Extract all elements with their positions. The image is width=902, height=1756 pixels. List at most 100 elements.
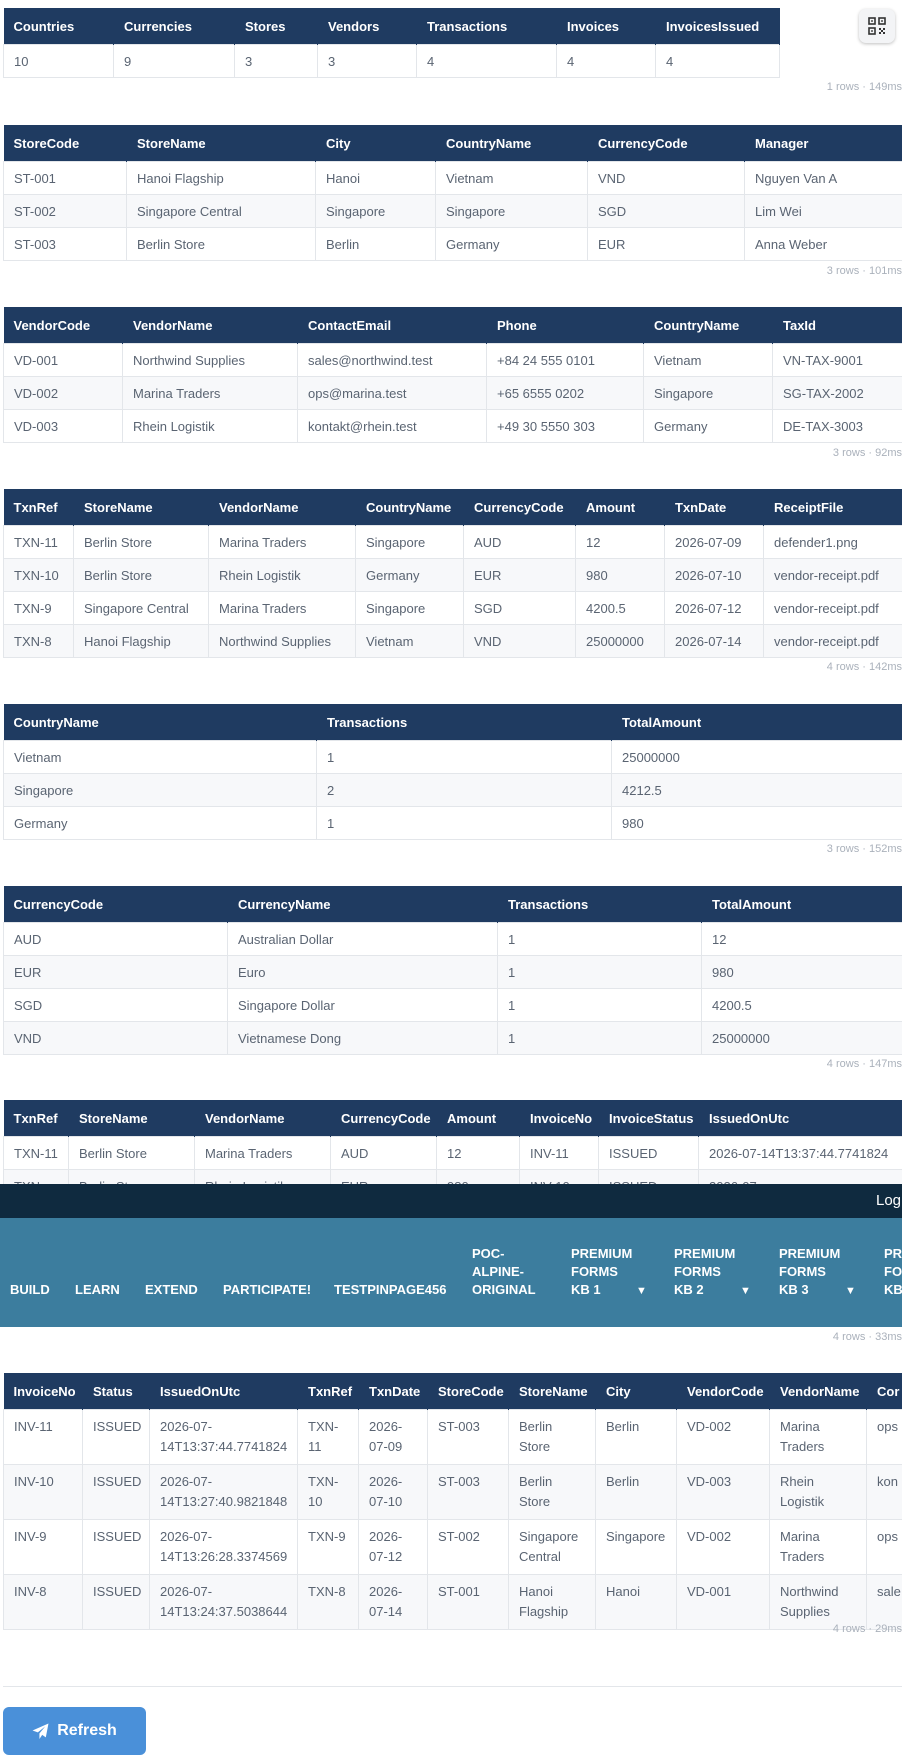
nav-item-poc-alpine-original[interactable]: POC- ALPINE- ORIGINAL bbox=[472, 1245, 536, 1299]
table-cell: VN-TAX-9001 bbox=[772, 343, 902, 377]
column-header: TxnDate bbox=[358, 1373, 428, 1410]
nav-item-premium-forms-kb3[interactable]: PREMIUM FORMS KB 3 bbox=[779, 1245, 840, 1299]
table-cell: 2026-07-14T13:27:40.9821848 bbox=[149, 1464, 298, 1520]
nav-item-premium-forms-kb2[interactable]: PREMIUM FORMS KB 2 bbox=[674, 1245, 735, 1299]
table-cell: ISSUED bbox=[82, 1519, 150, 1575]
refresh-button[interactable]: Refresh bbox=[3, 1707, 146, 1755]
table-cell: INV-10 bbox=[3, 1464, 83, 1520]
table-cell: VD-001 bbox=[3, 343, 123, 377]
table-cell: TXN-9 bbox=[3, 591, 74, 625]
nav-item-learn[interactable]: LEARN bbox=[75, 1281, 120, 1299]
nav-item-extend[interactable]: EXTEND bbox=[145, 1281, 198, 1299]
column-header: InvoiceStatus bbox=[598, 1100, 699, 1137]
site-topbar: Log bbox=[0, 1184, 902, 1218]
table-cell: kontakt@rhein.test bbox=[297, 409, 487, 443]
table-cell: sale bbox=[866, 1574, 902, 1630]
txn-invoices-table: TxnRef StoreName VendorName CurrencyCode Amo… bbox=[3, 1100, 902, 1184]
table-cell: Anna Weber bbox=[744, 227, 902, 261]
nav-item-build[interactable]: BUILD bbox=[10, 1281, 50, 1299]
invoices-table-section: InvoiceNo Status IssuedOnUtc TxnRef TxnDate S… bbox=[3, 1373, 902, 1630]
table-cell: 1 bbox=[497, 955, 702, 989]
table-cell: Rhein Logistik bbox=[122, 409, 298, 443]
table-cell: TXN-8 bbox=[297, 1574, 359, 1630]
column-header: StoreName bbox=[508, 1373, 596, 1410]
column-header: StoreName bbox=[73, 489, 209, 526]
table-cell: ISSUED bbox=[598, 1136, 699, 1170]
table-row: 10 9 3 3 4 4 4 bbox=[3, 44, 780, 78]
table-cell: Berlin Store bbox=[508, 1409, 596, 1465]
table-cell: Singapore bbox=[643, 376, 773, 410]
table-cell: Berlin Store bbox=[508, 1464, 596, 1520]
table-cell: SG-TAX-2002 bbox=[772, 376, 902, 410]
table-cell: Singapore Central bbox=[508, 1519, 596, 1575]
column-header: CountryName bbox=[355, 489, 464, 526]
table-cell: VD-002 bbox=[676, 1409, 770, 1465]
currency-summary-table: CurrencyCode CurrencyName Transactions Tota… bbox=[3, 886, 902, 1055]
table-cell: 2026-07-09 bbox=[664, 525, 764, 559]
column-header: Manager bbox=[744, 125, 902, 162]
qr-code-button[interactable] bbox=[859, 9, 895, 43]
table-cell: ISSUED bbox=[82, 1574, 150, 1630]
table-cell: ISSUED bbox=[598, 1169, 699, 1184]
column-header: Cor bbox=[866, 1373, 902, 1410]
column-header: Transactions bbox=[416, 8, 557, 45]
table-row: TXN-Berlin StoreRhein LogistikEUR980INV-… bbox=[3, 1169, 902, 1184]
table-cell: Northwind Supplies bbox=[208, 624, 356, 658]
table-row: EUR Euro 1 980 bbox=[3, 955, 902, 989]
table-cell: Marina Traders bbox=[208, 591, 356, 625]
column-header: ReceiptFile bbox=[763, 489, 902, 526]
table-cell: EUR bbox=[463, 558, 576, 592]
table-cell: 2026-07-14T13:26:28.3374569 bbox=[149, 1519, 298, 1575]
chevron-down-icon[interactable]: ▼ bbox=[740, 1285, 751, 1297]
table-cell: ST-001 bbox=[3, 161, 127, 195]
table-cell: SGD bbox=[587, 194, 745, 228]
chevron-down-icon[interactable]: ▼ bbox=[845, 1285, 856, 1297]
table-row: INV-10 ISSUED 2026-07-14T13:27:40.9821848 T… bbox=[3, 1464, 902, 1520]
column-header: CountryName bbox=[435, 125, 588, 162]
table-cell: sales@northwind.test bbox=[297, 343, 487, 377]
chevron-down-icon[interactable]: ▼ bbox=[636, 1285, 647, 1297]
table-row: ST-003 Berlin Store Berlin Germany EUR Anna W… bbox=[3, 227, 902, 261]
table-cell: VND bbox=[3, 1021, 228, 1055]
table-cell: vendor-receipt.pdf bbox=[763, 624, 902, 658]
table-cell: ISSUED bbox=[82, 1464, 150, 1520]
table-cell: 980 bbox=[611, 806, 902, 840]
table-cell: Australian Dollar bbox=[227, 922, 498, 956]
table-cell: TXN-11 bbox=[297, 1409, 359, 1465]
table-cell: 9 bbox=[113, 44, 235, 78]
table-cell: 4200.5 bbox=[575, 591, 665, 625]
table-cell: Vietnam bbox=[435, 161, 588, 195]
table-cell: 2026-07- bbox=[698, 1169, 902, 1184]
qr-code-icon bbox=[868, 17, 886, 35]
table-cell: ops bbox=[866, 1519, 902, 1575]
table-cell: +49 30 5550 303 bbox=[486, 409, 644, 443]
table-cell: 25000000 bbox=[611, 740, 902, 774]
column-header: TxnRef bbox=[3, 1100, 69, 1137]
nav-item-testpinpage456[interactable]: TESTPINPAGE456 bbox=[334, 1281, 446, 1299]
table-cell: Rhein Logistik bbox=[194, 1169, 331, 1184]
table-cell: +84 24 555 0101 bbox=[486, 343, 644, 377]
vendors-meta: 3 rows · 92ms bbox=[832, 447, 902, 459]
table-cell: 4 bbox=[416, 44, 557, 78]
table-cell: 3 bbox=[234, 44, 318, 78]
column-header: StoreName bbox=[126, 125, 316, 162]
column-header: Vendors bbox=[317, 8, 417, 45]
nav-item-premium-forms-kb4[interactable]: PR FO KB bbox=[884, 1245, 902, 1299]
table-cell: 25000000 bbox=[575, 624, 665, 658]
table-cell: Singapore Central bbox=[73, 591, 209, 625]
txn-invoices-section: TxnRef StoreName VendorName CurrencyCode Amo… bbox=[3, 1100, 902, 1184]
table-cell: Singapore bbox=[3, 773, 317, 807]
table-cell: 4212.5 bbox=[611, 773, 902, 807]
nav-item-participate[interactable]: PARTICIPATE! bbox=[223, 1281, 311, 1299]
invoices-meta: 4 rows · 29ms bbox=[832, 1623, 902, 1635]
table-cell: Berlin Store bbox=[68, 1136, 195, 1170]
stores-table: StoreCode StoreName City CountryName Currenc… bbox=[3, 125, 902, 261]
table-cell: 980 bbox=[701, 955, 902, 989]
login-link[interactable]: Log bbox=[876, 1192, 901, 1209]
table-cell: 1 bbox=[497, 988, 702, 1022]
column-header: StoreCode bbox=[3, 125, 127, 162]
currency-summary-meta: 4 rows · 147ms bbox=[826, 1058, 902, 1070]
table-cell: 1 bbox=[497, 1021, 702, 1055]
nav-item-premium-forms-kb1[interactable]: PREMIUM FORMS KB 1 bbox=[571, 1245, 632, 1299]
table-cell: Berlin Store bbox=[73, 558, 209, 592]
